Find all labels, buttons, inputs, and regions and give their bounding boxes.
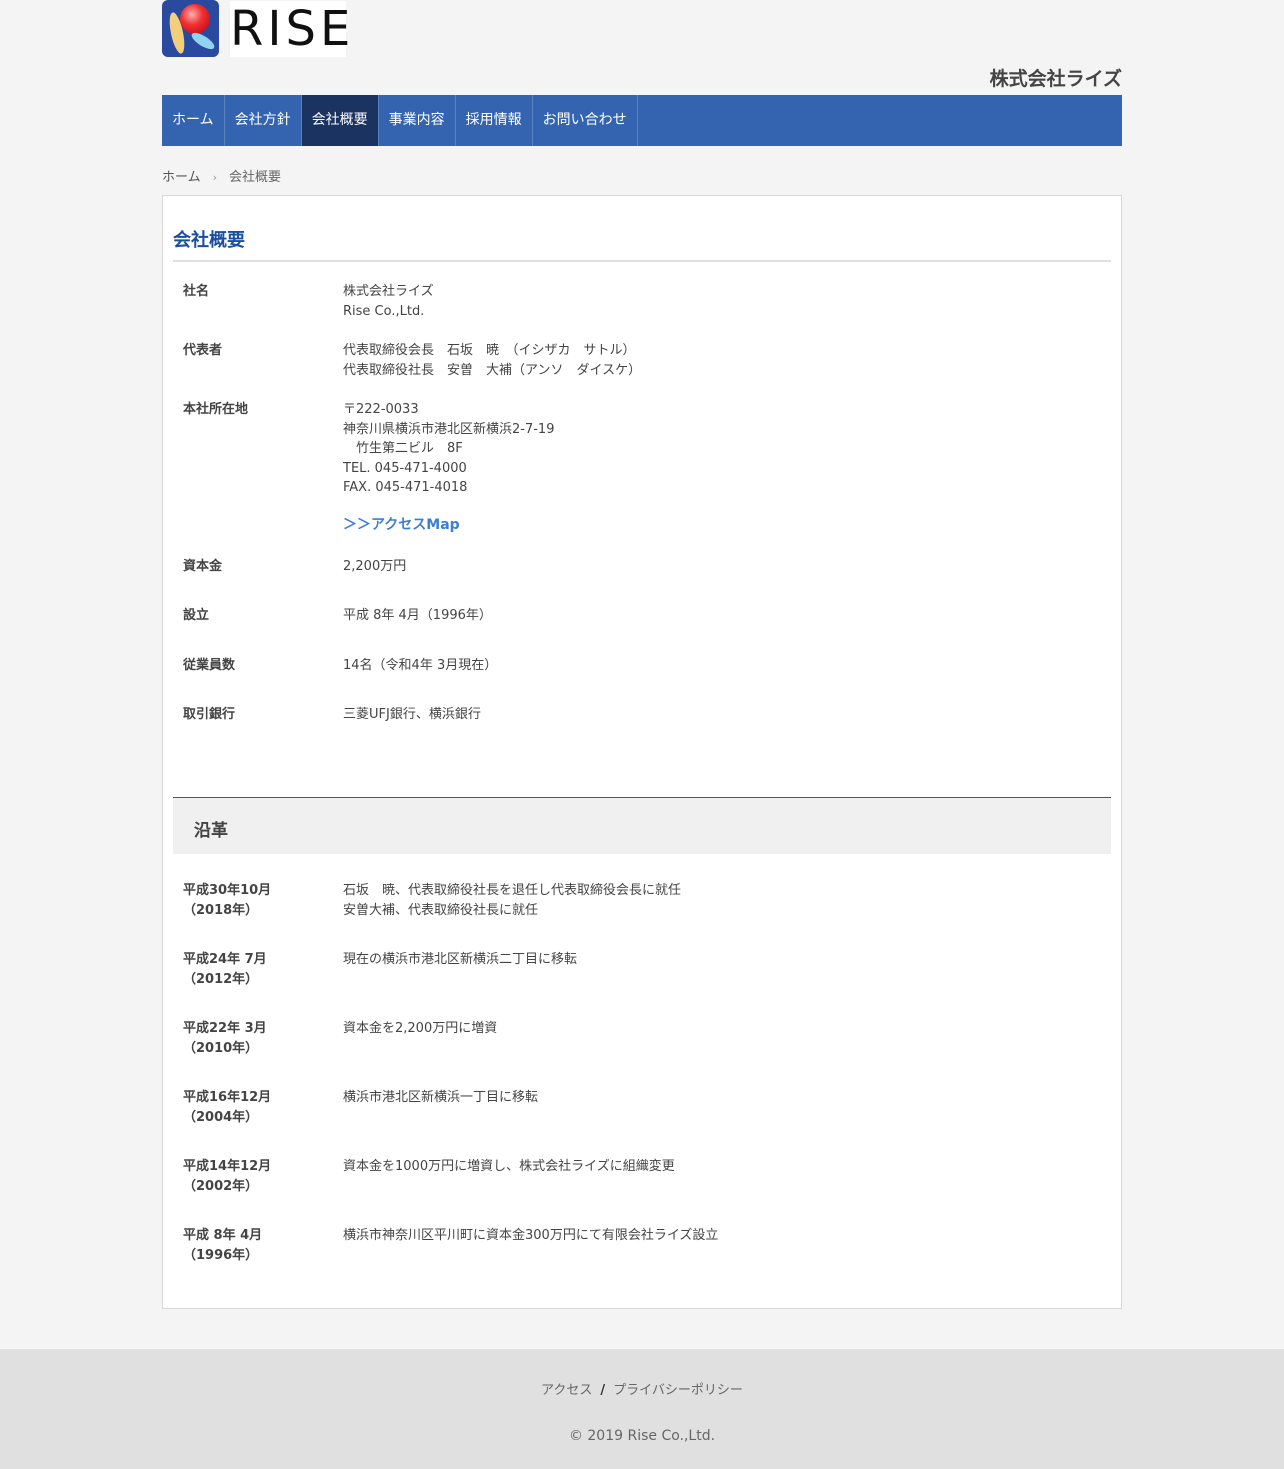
breadcrumb-separator: ›: [212, 171, 218, 184]
footer-link-access[interactable]: アクセス: [541, 1383, 592, 1398]
nav-item-contact[interactable]: お問い合わせ: [533, 95, 638, 146]
value-line: 神奈川県横浜市港北区新横浜2-7-19: [343, 421, 555, 437]
event-line: 石坂 暁、代表取締役社長を退任し代表取締役会長に就任: [343, 883, 682, 898]
overview-title: 会社概要: [173, 226, 1111, 262]
row-value: 三菱UFJ銀行、横浜銀行: [343, 705, 1083, 725]
date-line: 平成16年12月: [183, 1090, 272, 1105]
logo-mark-icon: [162, 0, 219, 57]
row-value: 〒222-0033 神奈川県横浜市港北区新横浜2-7-19 竹生第二ビル 8F …: [343, 400, 1083, 535]
nav-item-home[interactable]: ホーム: [162, 95, 225, 146]
copyright: © 2019 Rise Co.,Ltd.: [568, 1428, 716, 1444]
history-date: 平成14年12月 （2002年）: [183, 1157, 333, 1196]
event-line: 安曽大補、代表取締役社長に就任: [343, 902, 539, 918]
date-line: 平成 8年 4月: [183, 1228, 263, 1243]
history-event: 資本金を1000万円に増資し、株式会社ライズに組織変更: [343, 1157, 1083, 1177]
value-line: 代表取締役会長 石坂 暁 （イシザカ サトル）: [343, 343, 636, 358]
event-line: 横浜市神奈川区平川町に資本金300万円にて有限会社ライズ設立: [343, 1228, 719, 1243]
nav-item-overview[interactable]: 会社概要: [301, 95, 379, 146]
history-date: 平成30年10月 （2018年）: [183, 881, 333, 920]
nav-item-recruit[interactable]: 採用情報: [456, 95, 533, 146]
date-line: （2012年）: [183, 971, 259, 987]
date-line: （2004年）: [183, 1109, 259, 1125]
date-line: 平成30年10月: [183, 883, 272, 898]
value-line: 三菱UFJ銀行、横浜銀行: [343, 707, 481, 722]
row-label: 社名: [183, 284, 210, 299]
history-event: 横浜市神奈川区平川町に資本金300万円にて有限会社ライズ設立: [343, 1226, 1083, 1246]
event-line: 横浜市港北区新横浜一丁目に移転: [343, 1090, 539, 1105]
date-line: 平成24年 7月: [183, 952, 267, 967]
event-line: 資本金を2,200万円に増資: [343, 1021, 498, 1036]
history-title: 沿革: [194, 821, 228, 841]
access-map-link[interactable]: ＞＞アクセスMap: [343, 516, 1083, 536]
main-nav: ホーム 会社方針 会社概要 事業内容 採用情報 お問い合わせ: [162, 95, 1122, 146]
value-line: 〒222-0033: [343, 402, 419, 417]
value-line: 14名（令和4年 3月現在）: [343, 658, 498, 673]
date-line: （2018年）: [183, 902, 259, 918]
row-value: 2,200万円: [343, 557, 1083, 577]
row-label: 資本金: [183, 559, 223, 574]
value-line: 株式会社ライズ: [343, 284, 434, 299]
content-panel: 会社概要 社名 株式会社ライズ Rise Co.,Ltd. 代表者 代表取締役会…: [162, 195, 1122, 1309]
value-line: 2,200万円: [343, 559, 407, 574]
date-line: 平成14年12月: [183, 1159, 272, 1174]
row-value: 14名（令和4年 3月現在）: [343, 656, 1083, 676]
history-event: 横浜市港北区新横浜一丁目に移転: [343, 1088, 1083, 1108]
value-line: 竹生第二ビル 8F: [343, 441, 463, 456]
row-value: 株式会社ライズ Rise Co.,Ltd.: [343, 282, 1083, 321]
breadcrumb-current: 会社概要: [229, 170, 282, 185]
value-line: 平成 8年 4月（1996年）: [343, 608, 492, 623]
event-line: 現在の横浜市港北区新横浜二丁目に移転: [343, 952, 578, 967]
date-line: （2010年）: [183, 1040, 259, 1056]
history-date: 平成16年12月 （2004年）: [183, 1088, 333, 1127]
value-line: FAX. 045-471-4018: [343, 480, 468, 495]
row-value: 平成 8年 4月（1996年）: [343, 606, 1083, 626]
history-date: 平成22年 3月 （2010年）: [183, 1019, 333, 1058]
row-label: 本社所在地: [183, 402, 249, 417]
row-label: 従業員数: [183, 658, 236, 673]
date-line: （2002年）: [183, 1178, 259, 1194]
footer: アクセス / プライバシーポリシー © 2019 Rise Co.,Ltd.: [0, 1349, 1284, 1469]
nav-item-policy[interactable]: 会社方針: [225, 95, 302, 146]
history-event: 資本金を2,200万円に増資: [343, 1019, 1083, 1039]
row-label: 設立: [183, 608, 210, 623]
company-name: 株式会社ライズ: [989, 68, 1122, 90]
history-header: 沿革: [173, 797, 1111, 854]
row-value: 代表取締役会長 石坂 暁 （イシザカ サトル） 代表取締役社長 安曽 大補（アン…: [343, 341, 1083, 380]
breadcrumb-home[interactable]: ホーム: [162, 170, 201, 185]
row-label: 取引銀行: [183, 707, 236, 722]
history-event: 現在の横浜市港北区新横浜二丁目に移転: [343, 950, 1083, 970]
breadcrumb: ホーム › 会社概要: [162, 166, 281, 185]
history-event: 石坂 暁、代表取締役社長を退任し代表取締役会長に就任 安曽大補、代表取締役社長に…: [343, 881, 1083, 920]
event-line: 資本金を1000万円に増資し、株式会社ライズに組織変更: [343, 1159, 675, 1174]
history-date: 平成 8年 4月 （1996年）: [183, 1226, 333, 1265]
history-date: 平成24年 7月 （2012年）: [183, 950, 333, 989]
footer-links: アクセス / プライバシーポリシー: [0, 1379, 1284, 1398]
logo-text: RISE: [230, 1, 355, 57]
nav-item-business[interactable]: 事業内容: [379, 95, 456, 146]
logo[interactable]: RISE: [162, 0, 355, 58]
value-line: 代表取締役社長 安曽 大補（アンソ ダイスケ）: [343, 362, 642, 378]
date-line: （1996年）: [183, 1247, 259, 1263]
value-line: TEL. 045-471-4000: [343, 460, 467, 476]
date-line: 平成22年 3月: [183, 1021, 267, 1036]
footer-link-separator: /: [600, 1383, 606, 1398]
footer-link-privacy[interactable]: プライバシーポリシー: [613, 1383, 743, 1398]
row-label: 代表者: [183, 343, 223, 358]
value-line: Rise Co.,Ltd.: [343, 303, 425, 319]
